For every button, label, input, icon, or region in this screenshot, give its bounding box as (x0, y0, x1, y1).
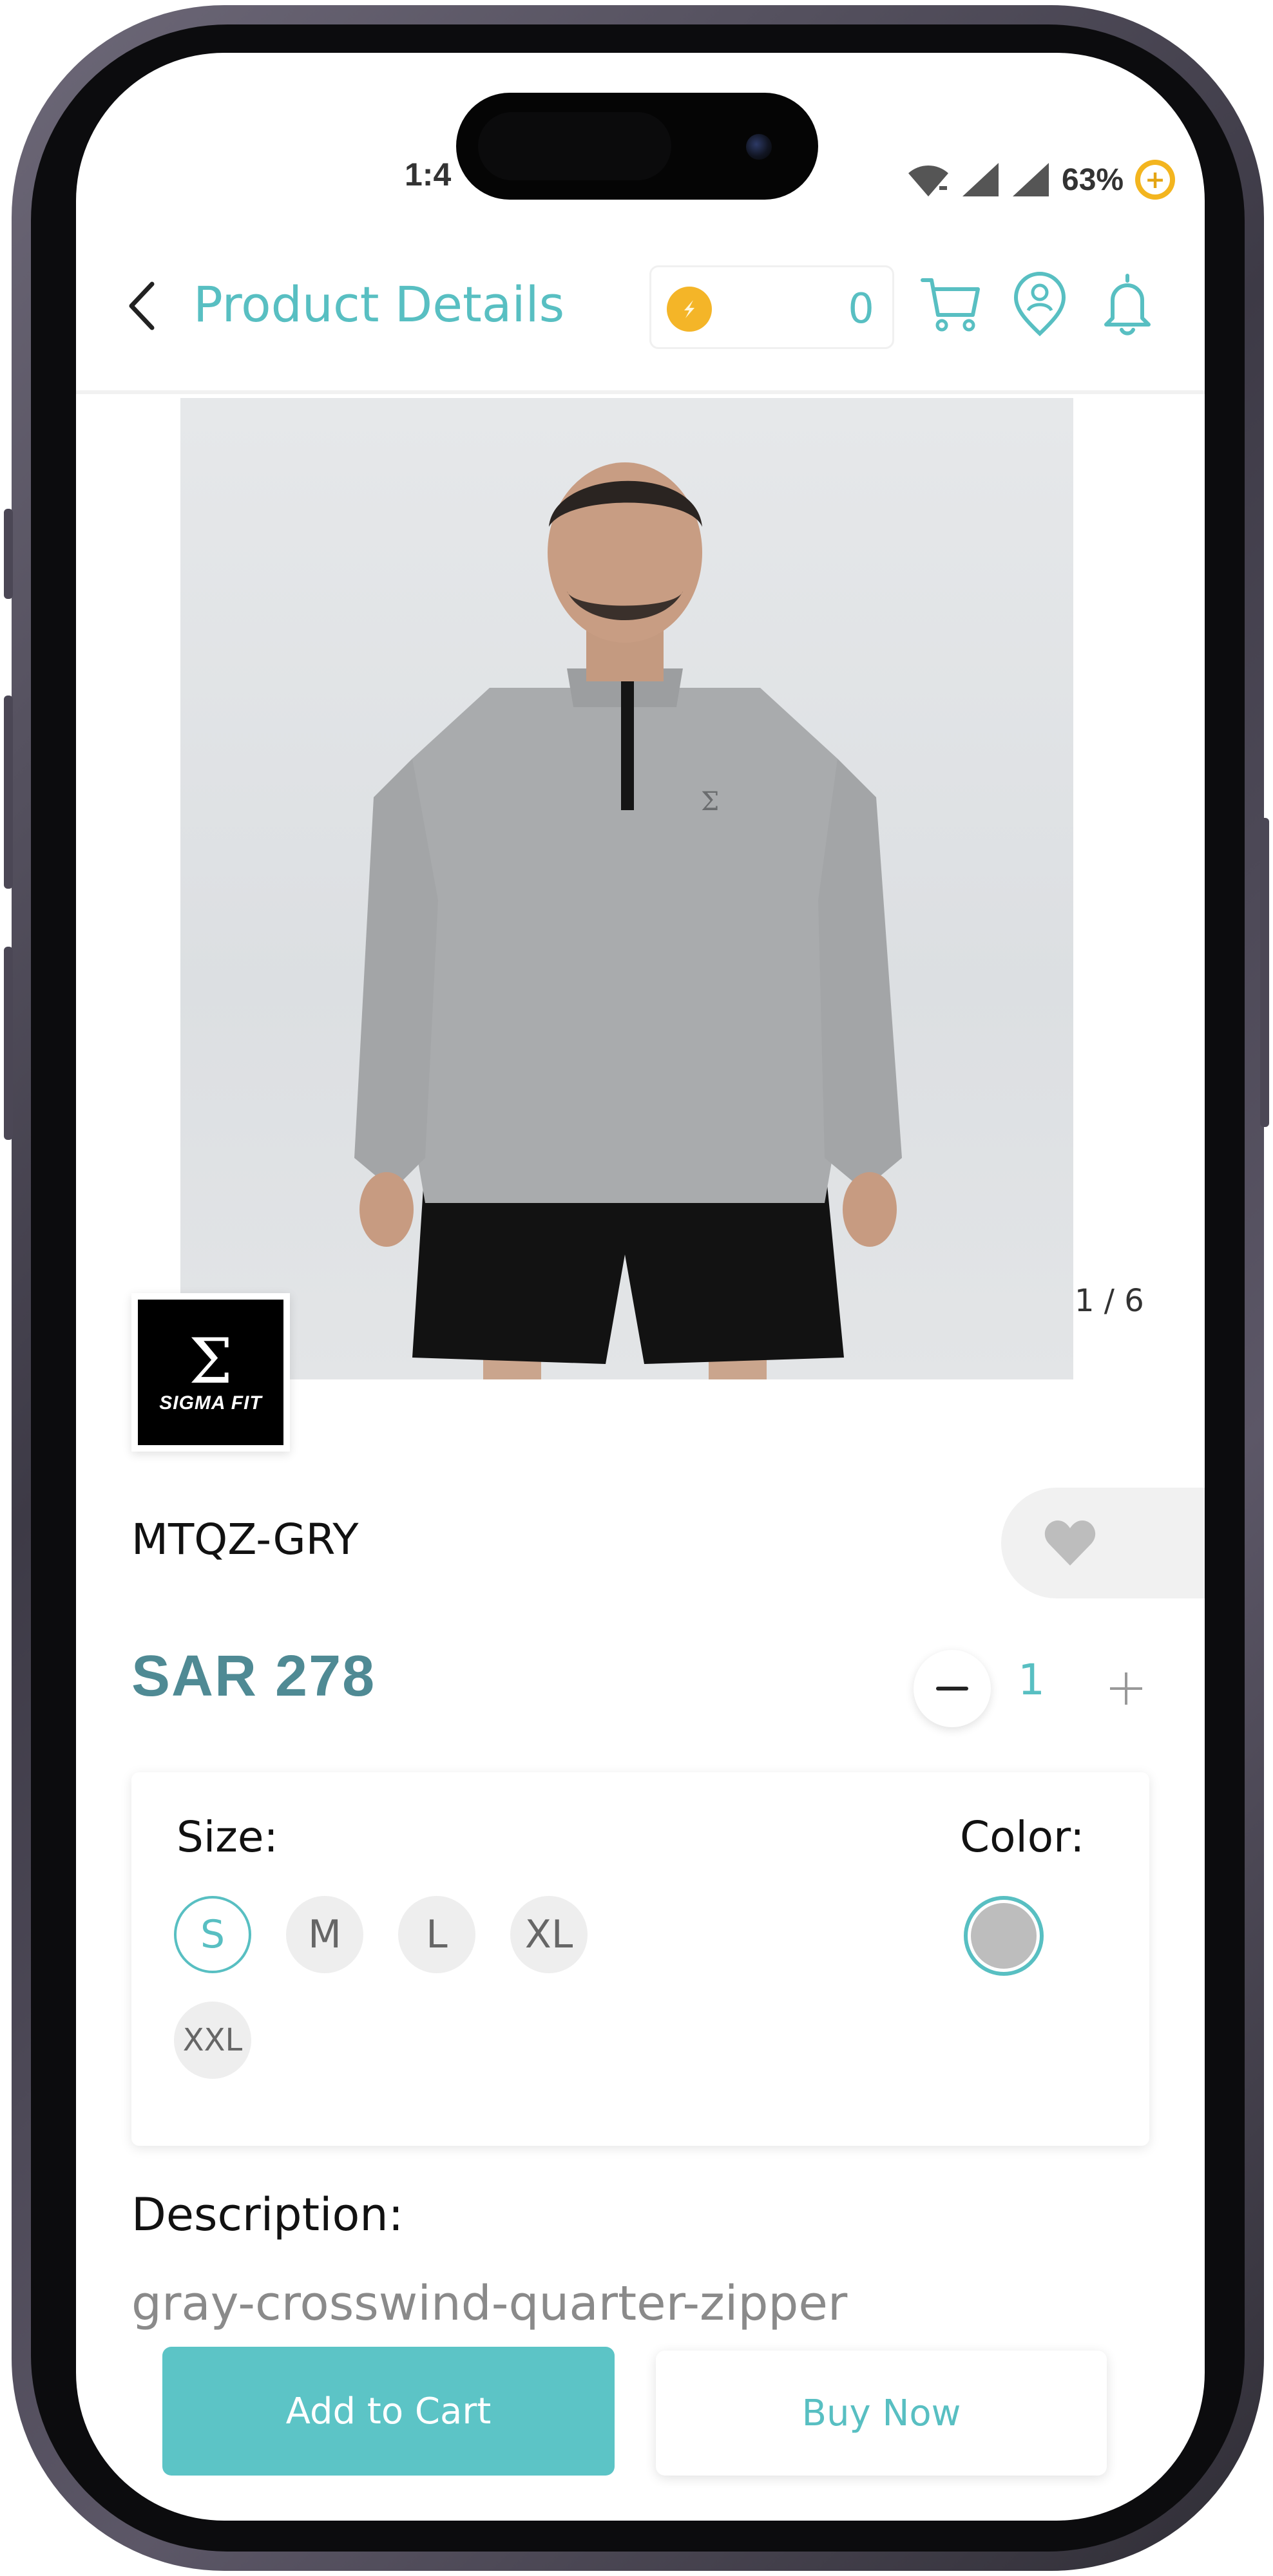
status-time: 1:4 (405, 156, 452, 193)
minus-icon (936, 1687, 968, 1690)
quantity-increase-button[interactable] (1087, 1650, 1165, 1727)
color-label: Color: (960, 1812, 1085, 1862)
side-button-action (4, 509, 13, 599)
back-button[interactable] (113, 277, 171, 335)
description-text: gray-crosswind-quarter-zipper (131, 2276, 848, 2331)
signal-icon (962, 163, 999, 196)
brand-logo-text: SIGMA FIT (159, 1392, 262, 1414)
quantity-decrease-button[interactable] (914, 1650, 991, 1727)
color-swatch-fill (971, 1903, 1037, 1969)
points-value: 0 (848, 285, 874, 333)
status-indicators: 63% + (907, 160, 1176, 200)
size-label: Size: (177, 1812, 278, 1862)
cart-icon (921, 278, 980, 332)
product-photo-illustration: Σ (354, 462, 902, 1379)
brand-logo-mark: Σ SIGMA FIT (138, 1300, 283, 1445)
side-button-power (1260, 818, 1269, 1127)
dynamic-island (456, 93, 818, 200)
wishlist-button[interactable] (1001, 1488, 1205, 1598)
side-button-volume-up (4, 696, 13, 889)
heart-icon (1044, 1520, 1096, 1566)
size-option-l[interactable]: L (398, 1896, 475, 1973)
cart-button[interactable] (912, 265, 990, 343)
location-user-icon (1013, 272, 1066, 336)
bell-icon (1104, 274, 1151, 336)
wifi-icon (908, 165, 948, 196)
size-option-m[interactable]: M (286, 1896, 363, 1973)
add-to-cart-button[interactable]: Add to Cart (162, 2347, 615, 2476)
product-image[interactable]: Σ (180, 398, 1073, 1379)
size-option-s[interactable]: S (174, 1896, 251, 1973)
size-option-xxl[interactable]: XXL (174, 2002, 251, 2079)
sigma-glyph: Σ (189, 1325, 233, 1397)
location-button[interactable] (1001, 265, 1078, 343)
page-title: Product Details (193, 276, 565, 333)
coin-icon (667, 287, 712, 332)
svg-text:Σ: Σ (701, 787, 719, 817)
variants-card: Size: S M L XL XXL Color: (131, 1772, 1149, 2146)
island-sensor (478, 112, 671, 180)
product-price: SAR 278 (131, 1644, 376, 1709)
chevron-left-icon (129, 281, 155, 330)
front-camera (746, 134, 772, 160)
app-screen: 1:4 63% + Product Details 0 Σ 1 / 6 Σ SI… (76, 53, 1205, 2521)
brand-logo[interactable]: Σ SIGMA FIT (131, 1293, 290, 1452)
points-balance[interactable]: 0 (649, 265, 894, 349)
notifications-button[interactable] (1089, 265, 1166, 343)
plus-icon (1110, 1672, 1142, 1705)
product-name: MTQZ-GRY (131, 1515, 359, 1564)
image-counter: 1 / 6 (1075, 1283, 1144, 1319)
buy-now-button[interactable]: Buy Now (656, 2351, 1107, 2476)
signal-icon-2 (1013, 163, 1049, 196)
size-option-xl[interactable]: XL (510, 1896, 588, 1973)
side-button-volume-down (4, 947, 13, 1140)
description-label: Description: (131, 2188, 404, 2241)
battery-saver-icon: + (1135, 160, 1176, 200)
quantity-value: 1 (1018, 1655, 1045, 1705)
color-option-gray[interactable] (964, 1896, 1044, 1976)
app-header: Product Details 0 (76, 240, 1205, 394)
battery-percentage: 63% (1062, 162, 1124, 197)
